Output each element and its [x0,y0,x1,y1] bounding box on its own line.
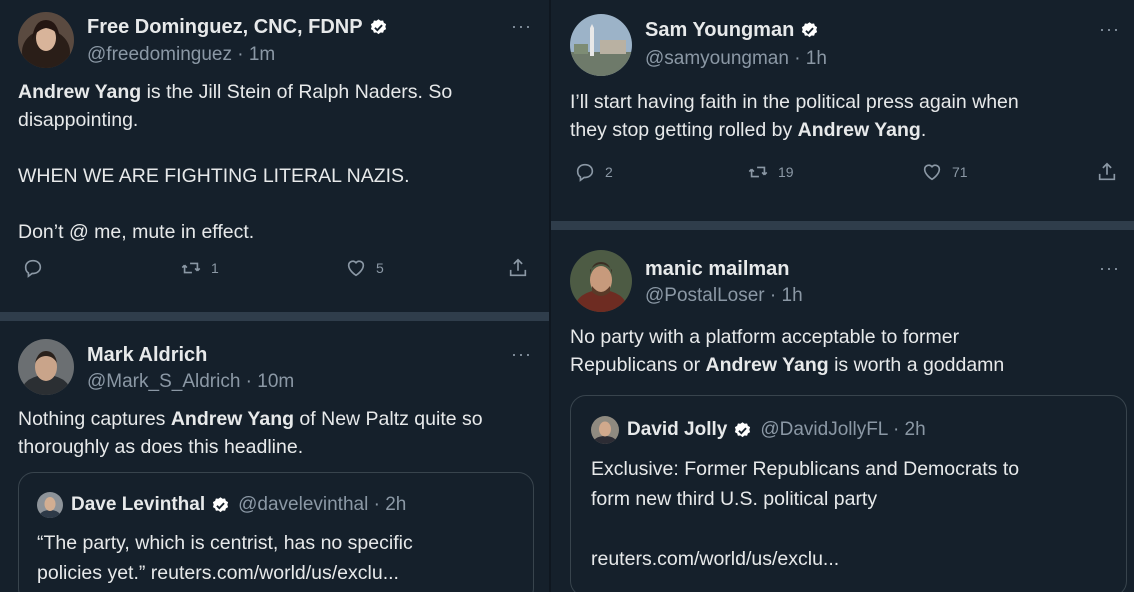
tweet-line: WHEN WE ARE FIGHTING LITERAL NAZIS. [18,165,410,187]
text-span: of New Paltz quite so [294,408,483,430]
author-row: Mark Aldrich [87,344,207,367]
author-row: Sam Youngman [645,19,819,42]
avatar[interactable] [18,12,74,68]
reply-button[interactable]: 2 [574,161,613,183]
tweet-text: I’ll start having faith in the political… [570,88,1130,144]
left-column: Free Dominguez, CNC, FDNP @freedominguez… [0,0,550,592]
verified-badge-icon [735,421,751,437]
retweet-icon [748,166,768,178]
more-icon[interactable]: ··· [1099,258,1120,279]
author-row: Free Dominguez, CNC, FDNP [87,16,388,39]
quoted-line: policies yet.” reuters.com/world/us/excl… [37,562,399,584]
text-span: they stop getting rolled by [570,119,798,141]
tweet-line: disappointing. [18,109,139,131]
quoted-avatar [37,492,63,518]
author-name[interactable]: Free Dominguez, CNC, FDNP [87,16,363,39]
action-bar: 1 5 [0,257,550,283]
tweet-line: No party with a platform acceptable to f… [570,326,960,348]
action-bar: 2 19 71 [551,161,1134,187]
reply-count: 2 [605,164,613,180]
share-button[interactable] [1096,161,1118,183]
avatar[interactable] [570,250,632,312]
author-name[interactable]: manic mailman [645,258,790,281]
tweet-card-freedominguez[interactable]: Free Dominguez, CNC, FDNP @freedominguez… [0,0,550,312]
reply-button[interactable] [22,257,53,279]
like-button[interactable]: 5 [345,257,384,279]
separator [551,221,1134,230]
retweet-count: 1 [211,260,219,276]
tweet-text: Andrew Yang is the Jill Stein of Ralph N… [18,78,538,246]
quoted-line: Exclusive: Former Republicans and Democr… [591,458,1020,480]
heart-icon [923,164,941,181]
quoted-author-row: Dave Levinthal @davelevinthal · 2h [37,492,406,518]
share-icon [1098,162,1116,181]
retweet-button[interactable]: 1 [180,257,219,279]
quoted-avatar [591,416,619,444]
tweets-collage: Free Dominguez, CNC, FDNP @freedominguez… [0,0,1134,592]
tweet-text: No party with a platform acceptable to f… [570,323,1130,379]
quoted-author-handle: @DavidJollyFL · 2h [760,419,926,440]
quoted-author-handle: @davelevinthal · 2h [238,494,407,515]
avatar[interactable] [570,14,632,76]
text-span: Republicans or [570,354,706,376]
text-span: . [920,119,927,141]
share-button[interactable] [507,257,529,279]
author-name[interactable]: Mark Aldrich [87,344,207,367]
mention-bold: Andrew Yang [705,354,829,376]
like-count: 5 [376,260,384,276]
tweet-line: they stop getting rolled by Andrew Yang. [570,116,1130,144]
separator [0,312,549,321]
quoted-text: Exclusive: Former Republicans and Democr… [591,454,1111,574]
mention-bold: Andrew Yang [18,81,142,103]
tweet-line: Don’t @ me, mute in effect. [18,221,255,243]
tweet-card-samyoungman[interactable]: Sam Youngman @samyoungman · 1h ··· I’ll … [551,0,1134,221]
text-span: Nothing captures [18,408,171,430]
tweet-card-markaldrich[interactable]: Mark Aldrich @Mark_S_Aldrich · 10m ··· N… [0,321,550,592]
author-row: manic mailman [645,258,790,281]
quoted-line: form new third U.S. political party [591,488,878,510]
author-handle[interactable]: @freedominguez · 1m [87,44,275,66]
quoted-tweet[interactable]: David Jolly @DavidJollyFL · 2h Exclusive… [570,395,1127,592]
tweet-line: Republicans or Andrew Yang is worth a go… [570,351,1130,379]
author-name[interactable]: Sam Youngman [645,19,794,42]
more-icon[interactable]: ··· [511,16,532,37]
verified-badge-icon [370,19,386,35]
verified-badge-icon [213,496,229,512]
mention-bold: Andrew Yang [170,408,295,430]
quoted-author-name: David Jolly [627,419,728,440]
retweet-icon [181,262,201,274]
tweet-card-postalloser[interactable]: manic mailman @PostalLoser · 1h ··· No p… [551,230,1134,592]
like-button[interactable]: 71 [921,161,968,183]
quoted-author-name: Dave Levinthal [71,494,206,515]
right-column: Sam Youngman @samyoungman · 1h ··· I’ll … [551,0,1134,592]
tweet-line: Nothing captures Andrew Yang of New Palt… [18,405,543,433]
text-span: is worth a goddamn [828,354,1005,376]
avatar[interactable] [18,339,74,395]
tweet-line: thoroughly as does this headline. [18,436,304,458]
quoted-line: reuters.com/world/us/exclu... [591,548,840,570]
share-icon [509,258,527,277]
retweet-button[interactable]: 19 [747,161,794,183]
quoted-text: “The party, which is centrist, has no sp… [37,528,517,588]
quoted-line: “The party, which is centrist, has no sp… [37,532,413,554]
author-handle[interactable]: @samyoungman · 1h [645,48,827,70]
retweet-count: 19 [778,164,794,180]
reply-icon [576,163,594,182]
quoted-author-row: David Jolly @DavidJollyFL · 2h [591,416,926,444]
reply-icon [24,259,42,278]
more-icon[interactable]: ··· [1099,19,1120,40]
verified-badge-icon [802,22,818,38]
more-icon[interactable]: ··· [511,344,532,365]
quoted-tweet[interactable]: Dave Levinthal @davelevinthal · 2h “The … [18,472,534,592]
tweet-text: Nothing captures Andrew Yang of New Palt… [18,405,543,461]
like-count: 71 [952,164,968,180]
tweet-line: Andrew Yang is the Jill Stein of Ralph N… [18,78,538,106]
tweet-line: I’ll start having faith in the political… [570,91,1019,113]
heart-icon [347,260,365,277]
author-handle[interactable]: @PostalLoser · 1h [645,285,803,307]
author-handle[interactable]: @Mark_S_Aldrich · 10m [87,371,294,393]
text-span: is the Jill Stein of Ralph Naders. So [141,81,453,103]
mention-bold: Andrew Yang [797,119,921,141]
